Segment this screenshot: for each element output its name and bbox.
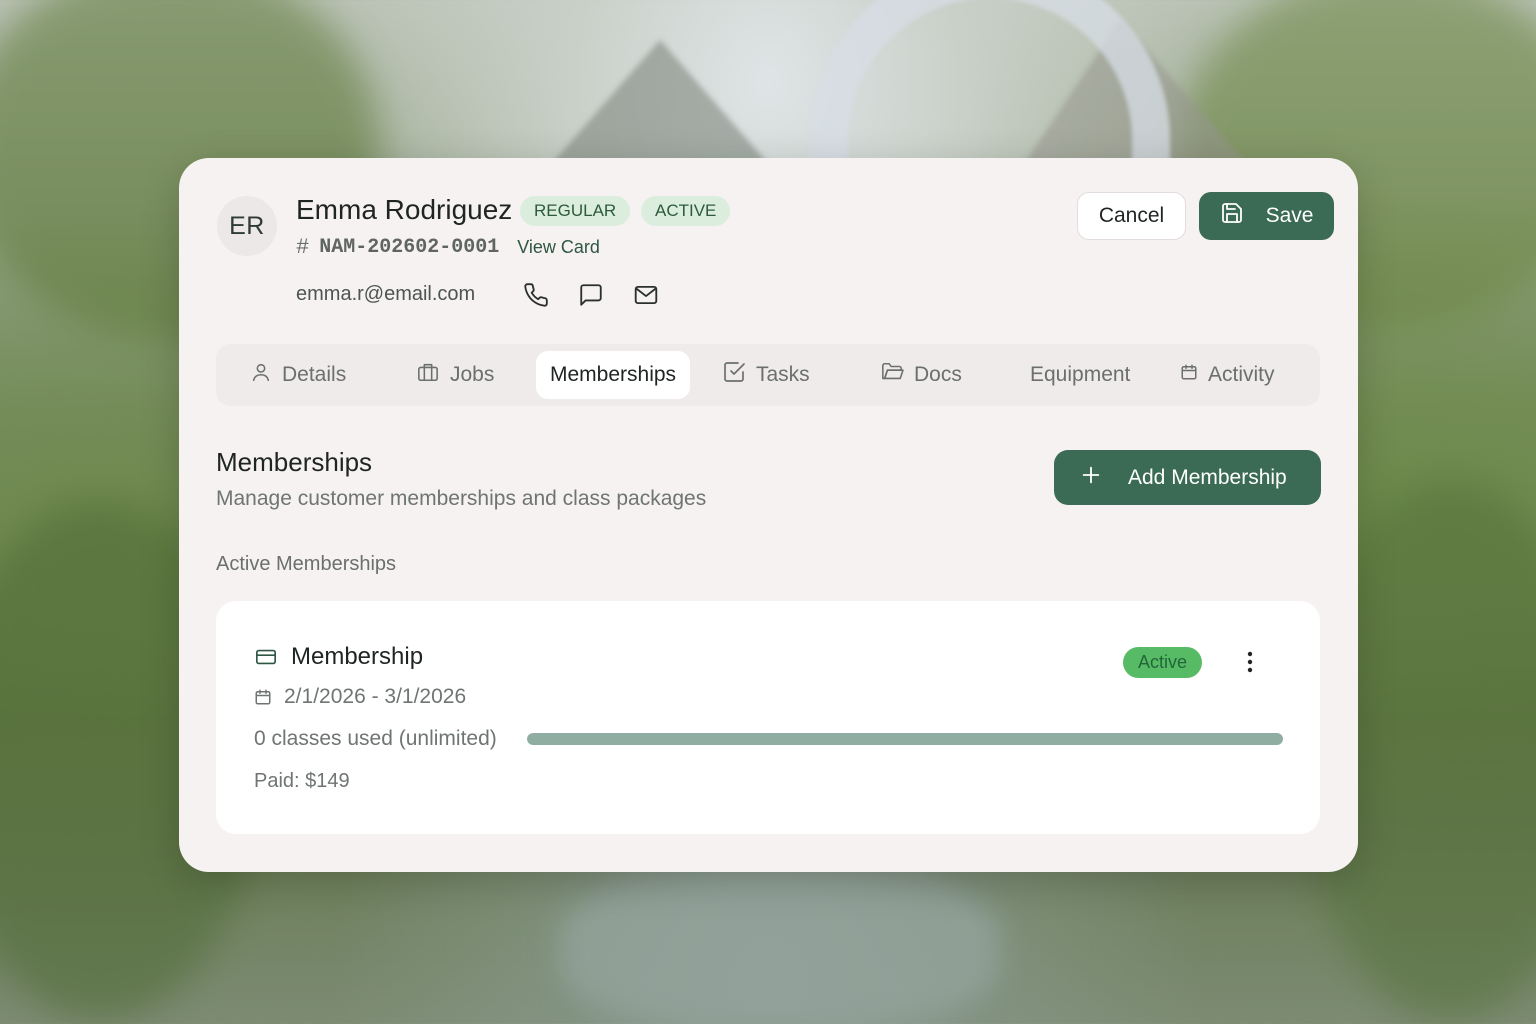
message-icon[interactable]: [578, 282, 604, 308]
section-subtitle: Manage customer memberships and class pa…: [216, 487, 707, 510]
checkbox-icon: [722, 360, 746, 390]
tab-label: Memberships: [550, 363, 677, 386]
customer-modal: ER Emma Rodriguez REGULAR ACTIVE # NAM-2…: [179, 158, 1358, 872]
membership-usage: 0 classes used (unlimited): [254, 727, 497, 750]
customer-email: emma.r@email.com: [296, 283, 476, 305]
briefcase-icon: [416, 361, 440, 389]
tab-label: Docs: [914, 363, 962, 386]
customer-status-badge: ACTIVE: [641, 196, 731, 226]
tab-memberships[interactable]: Memberships: [536, 351, 691, 399]
user-icon: [250, 361, 272, 389]
membership-card: Membership 2/1/2026 - 3/1/2026 0 classes…: [216, 601, 1320, 834]
membership-status-badge: Active: [1123, 647, 1203, 678]
usage-progress-fill: [527, 733, 1283, 745]
calendar-icon: [1180, 363, 1198, 387]
folder-icon: [880, 361, 904, 389]
customer-id-row: # NAM-202602-0001 View Card: [296, 235, 600, 260]
tab-details[interactable]: Details: [236, 351, 360, 399]
customer-type-badge: REGULAR: [520, 196, 631, 226]
view-card-link[interactable]: View Card: [517, 237, 600, 258]
mail-icon[interactable]: [633, 282, 659, 308]
membership-title: Membership: [291, 643, 424, 670]
add-membership-button[interactable]: Add Membership: [1054, 450, 1321, 505]
tab-bar: Details Jobs Memberships Tasks Docs Equi…: [216, 344, 1320, 406]
calendar-icon: [254, 688, 272, 711]
save-label: Save: [1265, 204, 1314, 227]
membership-dates: 2/1/2026 - 3/1/2026: [284, 685, 467, 708]
section-title: Memberships: [216, 447, 373, 477]
tab-tasks[interactable]: Tasks: [708, 351, 824, 399]
tab-equipment[interactable]: Equipment: [1016, 351, 1144, 399]
credit-card-icon: [254, 646, 278, 673]
tab-label: Equipment: [1030, 363, 1131, 386]
phone-icon[interactable]: [523, 282, 549, 308]
tab-label: Details: [282, 363, 347, 386]
plus-icon: [1080, 464, 1102, 492]
tab-docs[interactable]: Docs: [866, 351, 976, 399]
tab-jobs[interactable]: Jobs: [402, 351, 508, 399]
hash-icon: #: [296, 235, 310, 260]
background-stream: [560, 870, 1000, 1024]
usage-progress-bar: [527, 733, 1283, 745]
add-membership-label: Add Membership: [1128, 465, 1287, 489]
tab-label: Tasks: [756, 363, 810, 386]
floppy-disk-icon: [1220, 201, 1244, 231]
tab-activity[interactable]: Activity: [1166, 351, 1289, 399]
tab-label: Jobs: [450, 363, 495, 386]
save-button[interactable]: Save: [1199, 192, 1334, 240]
more-options-icon[interactable]: [1238, 647, 1262, 677]
active-memberships-heading: Active Memberships: [216, 553, 397, 575]
membership-paid: Paid: $149: [254, 770, 350, 792]
avatar: ER: [217, 196, 277, 256]
customer-name: Emma Rodriguez: [296, 194, 513, 225]
cancel-button[interactable]: Cancel: [1077, 192, 1186, 240]
customer-id: NAM-202602-0001: [319, 236, 500, 259]
tab-label: Activity: [1208, 363, 1275, 386]
